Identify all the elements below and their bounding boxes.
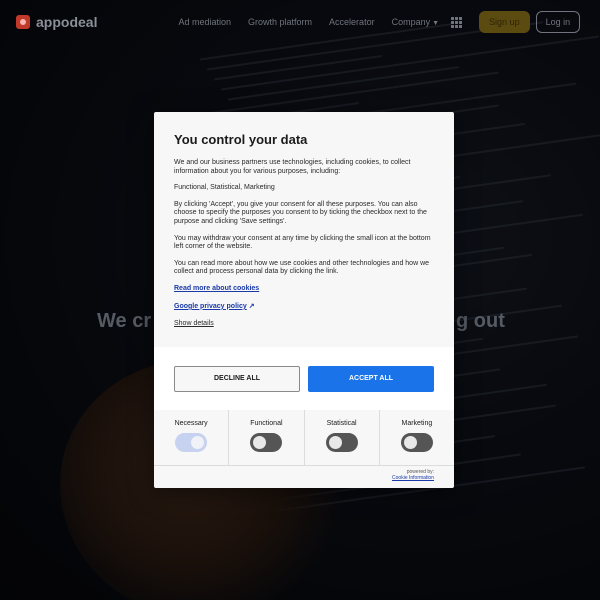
toggle-functional: Functional [229,410,305,465]
purpose-toggles: Necessary Functional Statistical Marketi… [154,410,454,465]
header: appodeal Ad mediation Growth platform Ac… [0,0,600,44]
main-nav: Ad mediation Growth platform Accelerator… [178,17,439,27]
nav-growth-platform[interactable]: Growth platform [248,17,312,27]
signup-button[interactable]: Sign up [479,11,530,33]
read-more-cookies-link[interactable]: Read more about cookies [174,285,434,292]
switch-knob [328,436,342,449]
nav-company[interactable]: Company ▼ [392,17,439,27]
chevron-down-icon: ▼ [432,20,440,27]
toggle-statistical: Statistical [305,410,380,465]
toggle-label: Marketing [401,420,433,427]
google-privacy-label: Google privacy policy [174,302,247,310]
button-row: DECLINE ALL ACCEPT ALL [154,347,454,410]
toggle-label: Functional [250,420,283,427]
toggle-necessary: Necessary [154,410,230,465]
dialog-body: You control your data We and our busines… [154,112,454,347]
intro-text: We and our business partners use technol… [174,159,411,175]
dialog-footer: powered by: Cookie Information [154,465,454,488]
toggle-label: Statistical [326,420,357,427]
consent-text: By clicking 'Accept', you give your cons… [174,200,427,225]
read-more-text: You can read more about how we use cooki… [174,259,430,276]
logo-text: appodeal [36,14,98,30]
hero-heading-right: g out [456,310,505,332]
accept-all-button[interactable]: ACCEPT ALL [308,365,434,392]
functional-switch[interactable] [250,433,283,452]
external-link-icon: ↗ [248,302,255,310]
show-details-link[interactable]: Show details [174,320,434,327]
purposes-text: Functional, Statistical, Marketing [174,184,275,192]
cookie-consent-dialog: You control your data We and our busines… [154,112,454,488]
logo[interactable]: appodeal [16,14,97,30]
google-privacy-link[interactable]: Google privacy policy ↗ [174,302,434,310]
switch-knob [403,436,417,449]
decline-all-button[interactable]: DECLINE ALL [174,365,300,392]
dialog-title: You control your data [174,132,308,147]
login-button[interactable]: Log in [535,11,581,33]
switch-knob [253,436,267,449]
nav-accelerator[interactable]: Accelerator [329,17,375,27]
hero-heading-left: We cr [97,310,152,332]
cookie-information-link[interactable]: Cookie Information [154,475,434,481]
withdraw-text: You may withdraw your consent at any tim… [174,234,431,251]
apps-grid-icon[interactable] [451,16,463,28]
marketing-switch[interactable] [400,433,433,452]
switch-knob [191,436,205,449]
logo-icon [16,15,30,29]
statistical-switch[interactable] [325,433,358,452]
nav-company-label: Company [391,17,431,27]
toggle-label: Necessary [174,420,208,427]
toggle-marketing: Marketing [380,410,454,465]
necessary-switch[interactable] [175,433,208,452]
nav-ad-mediation[interactable]: Ad mediation [178,17,231,27]
